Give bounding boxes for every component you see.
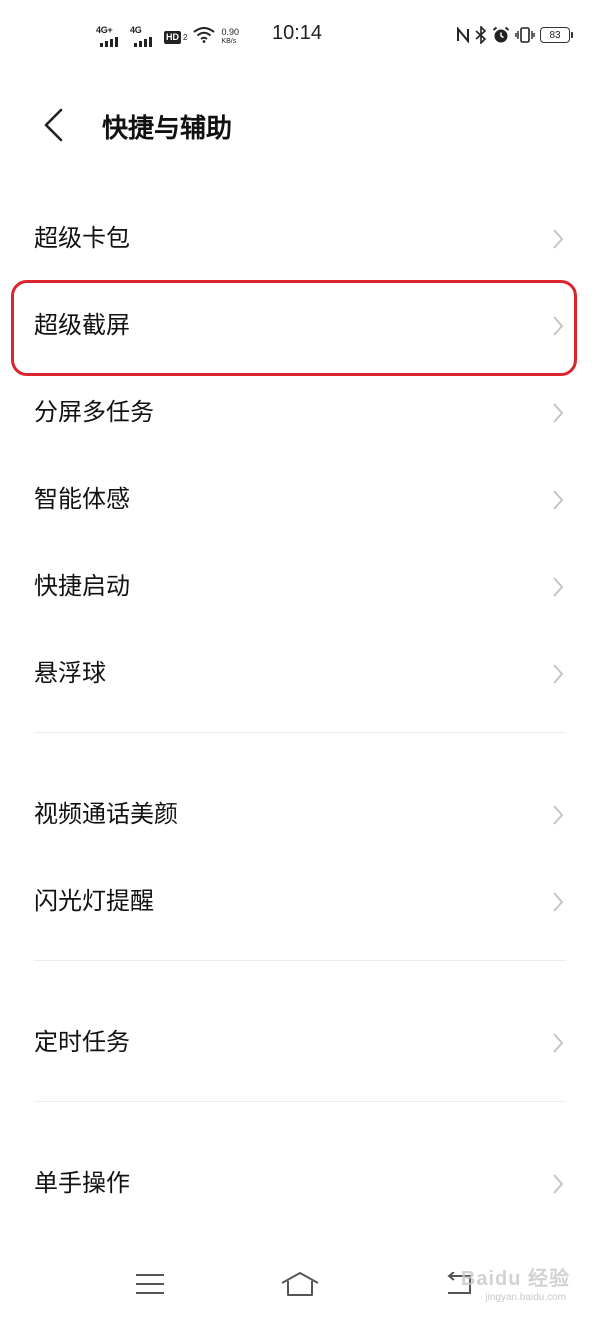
page-title: 快捷与辅助 bbox=[102, 114, 233, 144]
chevron-right-icon bbox=[553, 664, 564, 684]
watermark-url: jingyan.baidu.com bbox=[485, 1292, 566, 1303]
status-bar: 4G+ 4G HD 2 0.90 KB/s 10:14 83 bbox=[0, 0, 600, 74]
menu-item-quick-launch[interactable]: 快捷启动 bbox=[0, 543, 600, 630]
section-divider bbox=[0, 945, 600, 999]
chevron-right-icon bbox=[553, 577, 564, 597]
alarm-icon bbox=[492, 26, 510, 44]
status-left-icons: 4G+ 4G HD 2 0.90 KB/s bbox=[96, 24, 239, 50]
chevron-right-icon bbox=[553, 403, 564, 423]
home-nav-button[interactable] bbox=[275, 1264, 325, 1304]
home-icon bbox=[281, 1272, 319, 1296]
menu-item-label: 分屏多任务 bbox=[34, 398, 154, 426]
bluetooth-icon bbox=[475, 26, 487, 44]
menu-item-super-screenshot[interactable]: 超级截屏 bbox=[0, 282, 600, 369]
section-divider bbox=[0, 717, 600, 771]
nfc-icon bbox=[456, 27, 470, 43]
status-right-icons: 83 bbox=[456, 26, 573, 44]
menu-item-floating-ball[interactable]: 悬浮球 bbox=[0, 630, 600, 717]
network-speed: 0.90 KB/s bbox=[221, 28, 239, 46]
menu-item-label: 智能体感 bbox=[34, 485, 130, 513]
sim2-signal-icon: 4G bbox=[130, 25, 158, 48]
chevron-right-icon bbox=[553, 805, 564, 825]
chevron-right-icon bbox=[553, 1174, 564, 1194]
sim1-network-label: 4G+ bbox=[96, 25, 113, 35]
menu-item-smart-motion[interactable]: 智能体感 bbox=[0, 456, 600, 543]
menu-item-super-card-wallet[interactable]: 超级卡包 bbox=[0, 195, 600, 282]
menu-item-video-call-beauty[interactable]: 视频通话美颜 bbox=[0, 771, 600, 858]
menu-item-label: 悬浮球 bbox=[34, 659, 106, 687]
clock: 10:14 bbox=[272, 22, 323, 44]
section-divider bbox=[0, 1086, 600, 1140]
sim2-network-label: 4G bbox=[130, 25, 142, 35]
chevron-right-icon bbox=[553, 316, 564, 336]
menu-item-label: 超级截屏 bbox=[34, 311, 130, 339]
chevron-right-icon bbox=[553, 229, 564, 249]
network-speed-value: 0.90 bbox=[221, 27, 239, 37]
network-speed-unit: KB/s bbox=[221, 38, 237, 45]
header: 快捷与辅助 bbox=[0, 90, 600, 160]
sim1-signal-icon: 4G+ bbox=[96, 25, 124, 48]
menu-item-scheduled-tasks[interactable]: 定时任务 bbox=[0, 999, 600, 1086]
chevron-right-icon bbox=[553, 1033, 564, 1053]
hd-voice-icon: HD bbox=[164, 30, 181, 44]
chevron-right-icon bbox=[553, 892, 564, 912]
watermark-logo: Baidu 经验 bbox=[460, 1268, 570, 1290]
menu-item-label: 闪光灯提醒 bbox=[34, 887, 154, 915]
menu-nav-button[interactable] bbox=[125, 1264, 175, 1304]
back-arrow-icon bbox=[44, 108, 63, 142]
menu-item-label: 视频通话美颜 bbox=[34, 800, 178, 828]
chevron-right-icon bbox=[553, 490, 564, 510]
settings-list: 超级卡包 超级截屏 分屏多任务 智能体感 快捷启动 悬浮球 视频通话美颜 闪光灯… bbox=[0, 195, 600, 1227]
battery-icon: 83 bbox=[540, 27, 573, 43]
menu-item-label: 单手操作 bbox=[34, 1169, 130, 1197]
menu-item-flash-alert[interactable]: 闪光灯提醒 bbox=[0, 858, 600, 945]
menu-item-one-hand-mode[interactable]: 单手操作 bbox=[0, 1140, 600, 1227]
menu-item-label: 定时任务 bbox=[34, 1028, 130, 1056]
menu-item-label: 快捷启动 bbox=[34, 572, 130, 600]
hd-voice-sub: 2 bbox=[183, 32, 188, 42]
menu-item-label: 超级卡包 bbox=[34, 224, 130, 252]
vibrate-icon bbox=[515, 26, 535, 44]
back-button[interactable] bbox=[30, 102, 76, 148]
hamburger-icon bbox=[136, 1274, 164, 1294]
menu-item-split-screen[interactable]: 分屏多任务 bbox=[0, 369, 600, 456]
wifi-icon bbox=[193, 27, 216, 47]
